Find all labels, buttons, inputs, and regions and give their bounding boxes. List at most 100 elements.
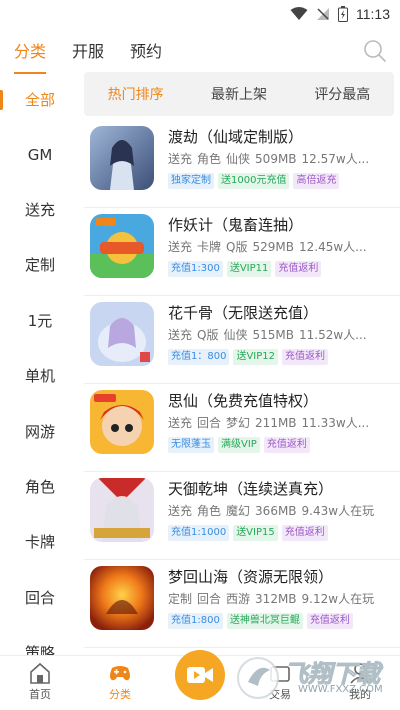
- tab-category[interactable]: 分类: [14, 34, 47, 74]
- game-meta-players: 9.12w人在玩: [301, 592, 375, 606]
- sort-tab-popular[interactable]: 热门排序: [108, 84, 164, 104]
- game-meta-genre: 回合: [197, 592, 222, 606]
- game-meta-type: 送充: [168, 152, 193, 166]
- game-title: 天御乾坤（连续送真充）: [168, 480, 334, 498]
- game-meta-style: 魔幻: [226, 504, 251, 518]
- sort-tab-newest[interactable]: 最新上架: [211, 84, 267, 104]
- nav-category-label: 分类: [109, 688, 131, 701]
- tag: 送VIP11: [226, 261, 272, 277]
- game-list-item[interactable]: 天御乾坤（连续送真充） 送充 角色 魔幻 366MB 9.43w人在玩 充值1:1000…: [84, 472, 400, 560]
- tag: 充值返利: [263, 437, 310, 453]
- watermark-url: WWW.FXXZ.COM: [298, 684, 383, 695]
- game-meta-players: 12.45w人...: [298, 240, 367, 254]
- game-icon: [90, 214, 154, 278]
- sidebar-item-rpg[interactable]: 角色: [0, 472, 80, 502]
- game-tags: 独家定制 送1000元充值 高倍返充: [168, 173, 340, 189]
- sidebar-item-single-player[interactable]: 单机: [0, 361, 80, 391]
- nav-home-label: 首页: [29, 688, 51, 701]
- game-title: 花千骨（无限送充值）: [168, 304, 319, 322]
- tab-server-open[interactable]: 开服: [72, 34, 104, 70]
- tag: 满级VIP: [218, 437, 260, 453]
- sidebar-item-free-recharge[interactable]: 送充: [0, 195, 80, 225]
- tag: 送VIP15: [233, 525, 278, 541]
- signal-off-icon: [317, 8, 329, 20]
- game-icon: [90, 566, 154, 630]
- sort-bar: 热门排序 最新上架 评分最高: [84, 72, 394, 116]
- game-icon: [90, 390, 154, 454]
- game-meta-size: 509MB: [255, 152, 297, 166]
- tag: 无限蓬玉: [168, 437, 214, 453]
- category-sidebar: 全部 GM 送充 定制 1元 单机 网游 角色 卡牌 回合 策略: [0, 78, 80, 662]
- game-meta-style: 西游: [226, 592, 251, 606]
- game-meta-style: 仙侠: [226, 152, 251, 166]
- game-title: 渡劫（仙域定制版）: [168, 128, 304, 146]
- game-meta-genre: 回合: [197, 416, 222, 430]
- game-meta-style: 梦幻: [226, 416, 251, 430]
- sort-tab-top-rated[interactable]: 评分最高: [314, 84, 370, 104]
- watermark: 飞翔下载 WWW.FXXZ.COM: [236, 652, 396, 704]
- tag: 充值1:300: [168, 261, 223, 277]
- game-meta-type: 送充: [168, 504, 193, 518]
- tab-reservation[interactable]: 预约: [130, 34, 162, 70]
- search-icon[interactable]: [362, 38, 388, 64]
- game-meta: 定制 回合 西游 312MB 9.12w人在玩: [168, 590, 400, 607]
- game-list-item[interactable]: 作妖计（鬼畜连抽） 送充 卡牌 Q版 529MB 12.45w人... 充值1:300 …: [84, 208, 400, 296]
- game-meta-type: 送充: [168, 328, 193, 342]
- game-meta-genre: Q版: [197, 328, 219, 342]
- game-meta-size: 211MB: [255, 416, 297, 430]
- game-meta-style: Q版: [226, 240, 248, 254]
- game-icon: [90, 478, 154, 542]
- game-icon: [90, 302, 154, 366]
- game-meta: 送充 Q版 仙侠 515MB 11.52w人...: [168, 326, 400, 343]
- game-meta: 送充 角色 魔幻 366MB 9.43w人在玩: [168, 502, 400, 519]
- sidebar-item-all[interactable]: 全部: [0, 85, 80, 115]
- sidebar-item-card[interactable]: 卡牌: [0, 527, 80, 557]
- tag: 充值返利: [275, 261, 322, 277]
- sidebar-item-gm[interactable]: GM: [0, 140, 80, 170]
- tag: 充值1：800: [168, 349, 230, 365]
- game-meta-players: 11.33w人...: [301, 416, 370, 430]
- wifi-icon: [290, 7, 308, 20]
- game-title: 思仙（免费充值特权）: [168, 392, 319, 410]
- game-list-item[interactable]: 思仙（免费充值特权） 送充 回合 梦幻 211MB 11.33w人... 无限蓬玉 满级…: [84, 384, 400, 472]
- nav-category[interactable]: 分类: [90, 662, 150, 702]
- nav-home[interactable]: 首页: [10, 662, 70, 702]
- game-tags: 充值1：800 送VIP12 充值返利: [168, 349, 328, 365]
- game-meta-size: 529MB: [252, 240, 294, 254]
- sidebar-item-custom[interactable]: 定制: [0, 250, 80, 280]
- sidebar-item-one-yuan[interactable]: 1元: [0, 306, 80, 336]
- game-meta: 送充 卡牌 Q版 529MB 12.45w人...: [168, 238, 400, 255]
- sidebar-item-turn-based[interactable]: 回合: [0, 583, 80, 613]
- top-tab-bar: 分类 开服 预约: [0, 30, 400, 74]
- game-meta-type: 送充: [168, 240, 193, 254]
- status-bar: 11:13: [0, 0, 400, 28]
- game-meta-size: 515MB: [252, 328, 294, 342]
- tag: 充值返利: [282, 349, 328, 365]
- game-list-item[interactable]: 花千骨（无限送充值） 送充 Q版 仙侠 515MB 11.52w人... 充值1：800…: [84, 296, 400, 384]
- tag: 送1000元充值: [218, 173, 290, 189]
- game-tags: 充值1:1000 送VIP15 充值返利: [168, 525, 328, 541]
- sidebar-item-online[interactable]: 网游: [0, 417, 80, 447]
- tag: 独家定制: [168, 173, 214, 189]
- tag: 高倍返充: [293, 173, 340, 189]
- game-meta-players: 11.52w人...: [298, 328, 367, 342]
- game-meta-style: 仙侠: [223, 328, 248, 342]
- video-camera-icon: [187, 667, 213, 683]
- home-icon: [30, 662, 50, 684]
- game-meta-type: 定制: [168, 592, 193, 606]
- game-meta-size: 312MB: [255, 592, 297, 606]
- game-meta: 送充 角色 仙侠 509MB 12.57w人...: [168, 150, 400, 167]
- game-list-item[interactable]: 渡劫（仙域定制版） 送充 角色 仙侠 509MB 12.57w人... 独家定制 送10…: [84, 120, 400, 208]
- battery-icon: [338, 6, 348, 22]
- video-fab-button[interactable]: [175, 650, 225, 700]
- tag: 充值1:1000: [168, 525, 230, 541]
- game-tags: 充值1:300 送VIP11 充值返利: [168, 261, 322, 277]
- tag: 充值返利: [281, 525, 328, 541]
- game-list-item[interactable]: 梦回山海（资源无限领） 定制 回合 西游 312MB 9.12w人在玩 充值1:800 …: [84, 560, 400, 648]
- tag: 充值1:800: [168, 613, 223, 629]
- game-icon: [90, 126, 154, 190]
- gamepad-icon: [110, 666, 130, 681]
- game-meta-type: 送充: [168, 416, 193, 430]
- tag: 充值返利: [306, 613, 353, 629]
- game-meta-players: 9.43w人在玩: [301, 504, 375, 518]
